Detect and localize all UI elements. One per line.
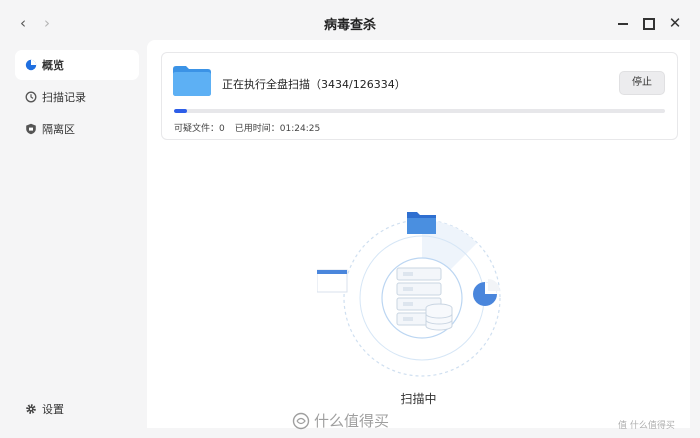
sidebar-item-quarantine[interactable]: 隔离区 [15, 114, 139, 144]
sidebar-item-label: 设置 [42, 403, 64, 416]
scan-state-text: 扫描中 [400, 392, 437, 406]
app-window: ‹ › 病毒查杀 ✕ 概览 扫描记录 隔离区 设置 正在执行全盘扫描（3434/… [0, 0, 700, 438]
pie-chart-icon [473, 279, 500, 306]
scan-record-icon [25, 91, 37, 103]
floating-folder-icon [407, 212, 436, 234]
sidebar: 概览 扫描记录 隔离区 设置 [10, 46, 143, 428]
quarantine-icon [25, 123, 37, 135]
watermark: 什么值得买 [292, 410, 389, 431]
minimize-icon [618, 22, 628, 25]
folder-icon [172, 65, 212, 97]
scan-status-line: 正在执行全盘扫描（3434/126334） [222, 78, 406, 91]
watermark-small: 值 什么值得买 [618, 421, 675, 431]
sidebar-item-overview[interactable]: 概览 [15, 50, 139, 80]
overview-icon [25, 59, 37, 71]
main-panel: 正在执行全盘扫描（3434/126334） 停止 可疑文件：0 已用时间：01:… [147, 40, 690, 428]
sidebar-item-settings[interactable]: 设置 [15, 394, 139, 424]
close-button[interactable]: ✕ [664, 12, 686, 34]
scan-progress-bar [174, 109, 665, 113]
database-icon [425, 303, 453, 331]
maximize-icon [643, 17, 655, 30]
elapsed-time-stat: 已用时间：01:24:25 [234, 124, 321, 134]
sidebar-item-label: 隔离区 [42, 123, 75, 136]
watermark-logo-icon [292, 412, 310, 429]
stop-button[interactable]: 停止 [619, 71, 665, 95]
sidebar-item-scan-records[interactable]: 扫描记录 [15, 82, 139, 112]
sidebar-item-label: 扫描记录 [42, 91, 86, 104]
scan-stats: 可疑文件：0 已用时间：01:24:25 [174, 121, 320, 134]
scan-task-card: 正在执行全盘扫描（3434/126334） 停止 可疑文件：0 已用时间：01:… [161, 52, 678, 140]
scan-progress-fill [174, 109, 188, 113]
minimize-button[interactable] [612, 12, 634, 34]
maximize-button[interactable] [638, 12, 660, 34]
window-title: 病毒查杀 [323, 18, 376, 33]
floating-window-icon [316, 269, 348, 293]
scanning-illustration [316, 208, 517, 388]
sidebar-item-label: 概览 [42, 59, 64, 72]
gear-icon [25, 403, 37, 415]
watermark-text: 什么值得买 [314, 412, 390, 430]
suspicious-files-stat: 可疑文件：0 [174, 124, 225, 134]
